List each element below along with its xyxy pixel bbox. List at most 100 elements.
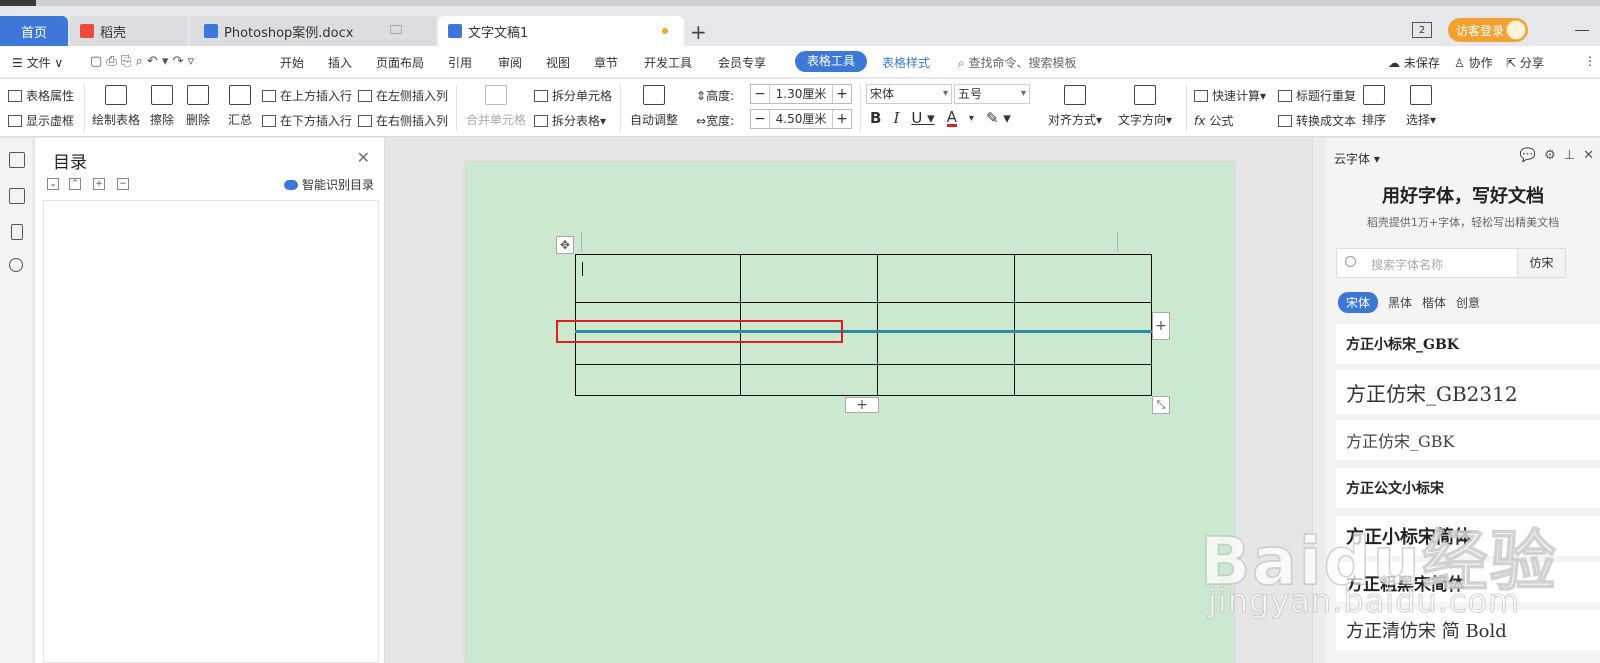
menu-review[interactable]: 审阅 xyxy=(498,54,522,71)
collapse-icon[interactable]: ⌄ xyxy=(47,178,59,190)
document-page[interactable]: ✥ + + ⤡ xyxy=(466,162,1234,663)
width-increment-button[interactable]: + xyxy=(833,111,851,127)
cursor-icon xyxy=(1410,85,1433,105)
text-direction-button[interactable]: 文字方向▾ xyxy=(1118,85,1172,128)
more-menu-icon[interactable]: ⋮ xyxy=(1584,54,1596,68)
split-cells-button[interactable]: 拆分单元格 xyxy=(534,87,612,104)
sort-button[interactable]: 排序 xyxy=(1362,85,1386,128)
pin-icon[interactable]: ⊥ xyxy=(1564,148,1575,163)
quick-calc-button[interactable]: 快速计算 ▾ xyxy=(1194,87,1266,104)
insert-row-above-button[interactable]: 在上方插入行 xyxy=(262,87,352,104)
menu-chapter[interactable]: 章节 xyxy=(594,54,618,71)
menu-developer[interactable]: 开发工具 xyxy=(644,54,692,71)
smart-toc-button[interactable]: 智能识别目录 xyxy=(283,176,374,193)
bold-button[interactable]: B xyxy=(870,109,881,127)
bookmark-icon[interactable] xyxy=(11,224,23,240)
menu-page-layout[interactable]: 页面布局 xyxy=(376,54,424,71)
search-icon[interactable] xyxy=(9,258,23,272)
font-item[interactable]: 方正仿宋_GB2312 xyxy=(1336,370,1600,414)
share-button[interactable]: ⇱ 分享 xyxy=(1506,54,1544,71)
window-count-badge[interactable]: 2 xyxy=(1412,22,1432,38)
tab-home[interactable]: 首页 xyxy=(0,16,68,46)
font-item[interactable]: 方正公文小标宋 xyxy=(1336,468,1600,508)
select-button[interactable]: 选择▾ xyxy=(1406,85,1436,128)
header-repeat-button[interactable]: 标题行重复 xyxy=(1278,87,1356,104)
expand-icon[interactable]: ⌃ xyxy=(69,178,81,190)
menu-view[interactable]: 视图 xyxy=(546,54,570,71)
font-category-creative[interactable]: 创意 xyxy=(1456,294,1480,311)
table-props-button[interactable]: 表格属性 xyxy=(8,87,74,104)
menu-start[interactable]: 开始 xyxy=(280,54,304,71)
command-search[interactable]: ⌕ 查找命令、搜索模板 xyxy=(958,54,1077,71)
insert-col-left-button[interactable]: 在左侧插入列 xyxy=(358,87,448,104)
gear-icon[interactable]: ⚙ xyxy=(1544,148,1556,163)
width-decrement-button[interactable]: − xyxy=(751,111,769,127)
tab-bar: 首页 稻壳 Photoshop案例.docx 文字文稿1 + 2 访客登录 xyxy=(0,6,1600,46)
chat-icon[interactable]: 💬 xyxy=(1520,148,1536,163)
font-name-select[interactable]: 宋体 xyxy=(866,84,952,104)
font-item[interactable]: 方正小标宋_GBK xyxy=(1336,324,1600,364)
height-decrement-button[interactable]: − xyxy=(751,86,769,102)
insert-row-below-button[interactable]: 在下方插入行 xyxy=(262,112,352,129)
merge-cells-button[interactable]: 合并单元格 xyxy=(466,85,526,128)
remove-level-icon[interactable]: − xyxy=(117,178,129,190)
draw-table-button[interactable]: 绘制表格 xyxy=(92,85,140,128)
height-value[interactable]: 1.30厘米 xyxy=(769,85,833,103)
italic-button[interactable]: I xyxy=(893,109,899,127)
delete-button[interactable]: 删除 xyxy=(186,85,210,128)
highlight-color-button[interactable]: ✎ ▾ xyxy=(986,109,1011,127)
add-tab-button[interactable]: + xyxy=(690,20,707,44)
font-category-hei[interactable]: 黑体 xyxy=(1388,294,1412,311)
auto-adjust-button[interactable]: 自动调整 xyxy=(630,85,678,128)
insert-right-label: 在右侧插入列 xyxy=(376,114,449,128)
menu-reference[interactable]: 引用 xyxy=(448,54,472,71)
font-search-box[interactable]: 搜索字体名称 仿宋 xyxy=(1336,248,1566,278)
unsaved-status[interactable]: ☁ 未保存 xyxy=(1388,54,1440,71)
add-row-button[interactable]: + xyxy=(845,397,879,413)
table-move-handle[interactable]: ✥ xyxy=(556,236,574,254)
show-gridlines-button[interactable]: 显示虚框 xyxy=(8,112,74,129)
tab-docer[interactable]: 稻壳 xyxy=(70,16,188,46)
underline-button[interactable]: U ▾ xyxy=(911,109,934,127)
close-icon[interactable]: ✕ xyxy=(1583,148,1594,163)
width-label: ⇔ 宽度: xyxy=(696,112,734,129)
convert-to-text-button[interactable]: 转换成文本 xyxy=(1278,112,1356,129)
quick-access-icons[interactable]: ▢ ⎙ ⎘ ⌕ ↶ ▾ ↷ ▿ xyxy=(90,54,194,69)
tab-photoshop-doc[interactable]: Photoshop案例.docx xyxy=(190,16,436,46)
formula-button[interactable]: fx 公式 xyxy=(1194,112,1233,129)
menu-insert[interactable]: 插入 xyxy=(328,54,352,71)
height-stepper[interactable]: −1.30厘米 + xyxy=(750,84,852,104)
visitor-login-button[interactable]: 访客登录 xyxy=(1448,18,1528,42)
font-category-kai[interactable]: 楷体 xyxy=(1422,294,1446,311)
height-increment-button[interactable]: + xyxy=(833,86,851,102)
convert-text-icon xyxy=(1278,114,1292,127)
font-size-select[interactable]: 五号 xyxy=(954,84,1030,104)
chapter-nav-icon[interactable] xyxy=(9,188,25,204)
insert-col-right-button[interactable]: 在右侧插入列 xyxy=(358,112,448,129)
font-category-song[interactable]: 宋体 xyxy=(1338,292,1379,313)
tab-table-style[interactable]: 表格样式 xyxy=(882,54,930,71)
font-color-dropdown[interactable]: ▾ xyxy=(969,113,974,124)
font-item[interactable]: 方正仿宋_GBK xyxy=(1336,420,1600,460)
collab-button[interactable]: ♙ 协作 xyxy=(1454,54,1493,71)
table-resize-handle[interactable]: ⤡ xyxy=(1152,396,1170,414)
split-table-button[interactable]: 拆分表格 ▾ xyxy=(534,112,606,129)
tab-current-doc[interactable]: 文字文稿1 xyxy=(438,16,684,46)
width-value[interactable]: 4.50厘米 xyxy=(769,110,833,128)
summary-button[interactable]: 汇总 xyxy=(228,85,252,128)
font-search-input[interactable]: 搜索字体名称 xyxy=(1371,256,1443,273)
font-color-button[interactable]: A xyxy=(946,109,957,127)
minimize-button[interactable] xyxy=(1575,30,1589,31)
align-button[interactable]: 对齐方式▾ xyxy=(1048,85,1102,128)
menu-member[interactable]: 会员专享 xyxy=(718,54,766,71)
width-stepper[interactable]: −4.50厘米 + xyxy=(750,109,852,129)
erase-button[interactable]: 擦除 xyxy=(150,85,174,128)
add-level-icon[interactable]: + xyxy=(93,178,105,190)
file-menu[interactable]: ☰ 文件 ∨ xyxy=(12,54,63,71)
font-search-suggest-button[interactable]: 仿宋 xyxy=(1517,249,1565,277)
outline-icon[interactable] xyxy=(9,152,25,168)
close-icon[interactable]: ✕ xyxy=(357,148,370,167)
add-column-button[interactable]: + xyxy=(1152,312,1170,340)
tab-table-tools[interactable]: 表格工具 xyxy=(795,51,867,72)
cloud-font-dropdown[interactable]: 云字体 ▾ xyxy=(1334,150,1380,167)
